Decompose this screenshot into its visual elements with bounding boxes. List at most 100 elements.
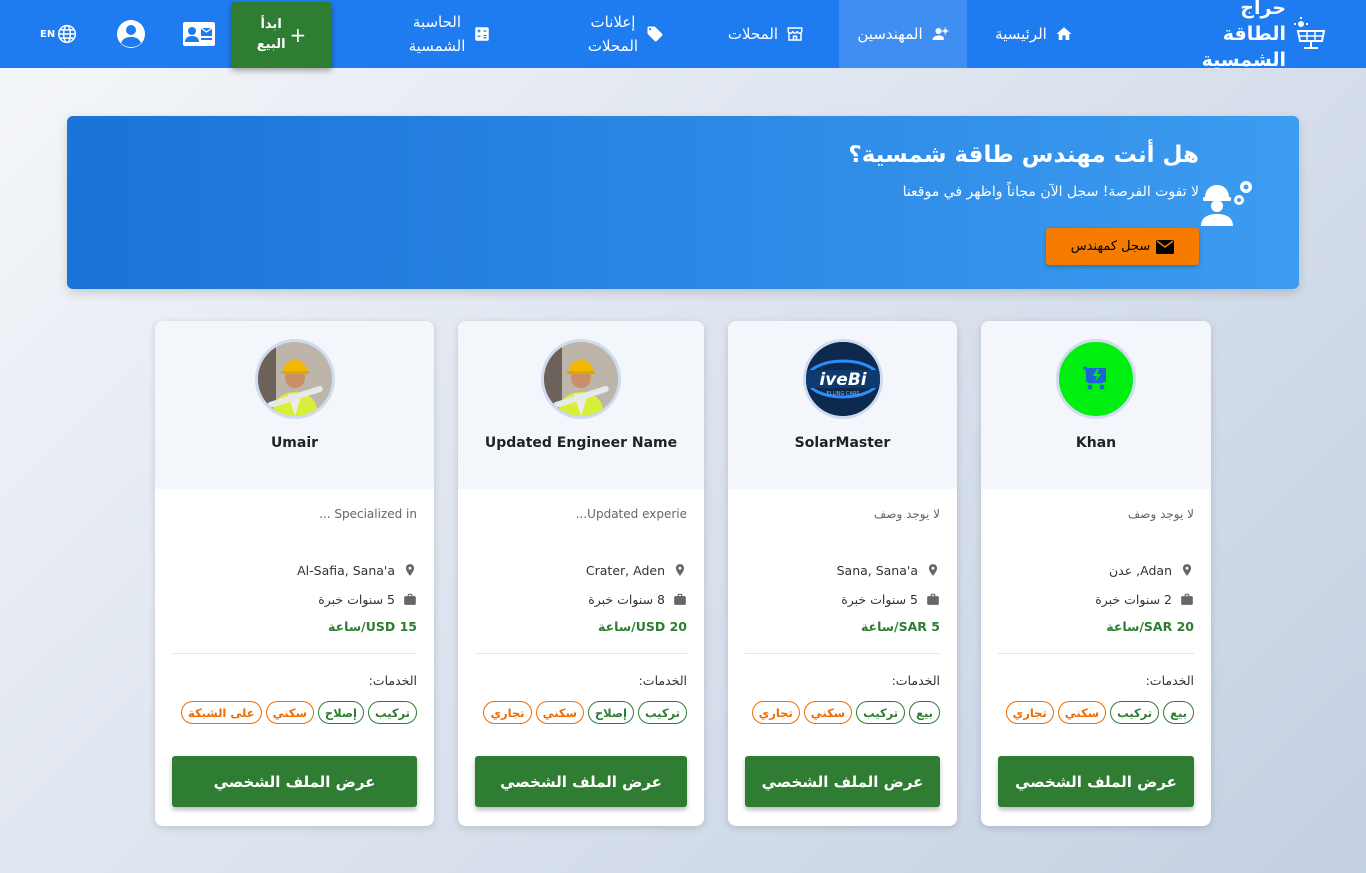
contact-card-icon[interactable] — [182, 17, 216, 51]
engineer-experience: 2 سنوات خبرة — [1095, 591, 1172, 607]
briefcase-icon — [674, 593, 686, 605]
location-row: Al-Safia, Sana'a — [297, 560, 417, 580]
location-pin-icon — [928, 564, 938, 576]
view-profile-button[interactable]: عرض الملف الشخصي — [172, 756, 417, 807]
language-code: EN — [40, 28, 56, 40]
card-divider — [745, 653, 940, 654]
card-header: Umair — [155, 321, 434, 489]
account-circle-icon[interactable] — [114, 17, 148, 51]
experience-row: 8 سنوات خبرة — [588, 589, 687, 609]
avatar: iveBi ELLING CARS — [803, 339, 883, 419]
banner-subtitle: لا تفوت الفرصة! سجل الآن مجاناً واظهر في… — [902, 184, 1199, 200]
location-pin-icon — [675, 564, 685, 576]
card-divider — [172, 653, 417, 654]
service-tag: بيع — [909, 701, 940, 724]
start-selling-label: ابدأ البيع — [257, 15, 286, 55]
nav-home-label: الرئيسية — [995, 25, 1047, 43]
services-label: الخدمات: — [1145, 673, 1194, 688]
service-tag: إصلاح — [317, 701, 364, 724]
nav-shop-ads[interactable]: إعلانات المحلات — [570, 0, 682, 68]
home-icon — [1056, 27, 1072, 40]
language-switcher[interactable]: EN — [40, 22, 77, 46]
location-row: Adan, عدن — [1109, 560, 1194, 580]
engineer-location: Sana, Sana'a — [836, 562, 918, 578]
briefcase-icon — [1181, 593, 1193, 605]
service-tag: تركيب — [637, 701, 687, 724]
nav-shop-ads-line-1: إعلانات — [590, 13, 636, 31]
engineer-experience: 5 سنوات خبرة — [318, 591, 395, 607]
nav-calculator-label: الحاسبة الشمسية — [409, 10, 466, 58]
card-header: Khan — [981, 321, 1211, 489]
engineer-description: Updated experie... — [575, 507, 687, 521]
service-tag: تركيب — [367, 701, 417, 724]
start-selling-line-2: البيع — [256, 37, 286, 52]
view-profile-button[interactable]: عرض الملف الشخصي — [745, 756, 940, 807]
nav-shops-label: المحلات — [727, 25, 779, 43]
engineer-location: Al-Safia, Sana'a — [297, 562, 395, 578]
engineer-gear-icon — [932, 27, 949, 40]
brand-line-2: الشمسية — [1201, 49, 1286, 71]
nav-engineers-label: المهندسين — [857, 25, 923, 43]
brand-name: حراج الطاقة الشمسية — [1186, 0, 1286, 73]
calculator-icon — [475, 27, 490, 41]
engineer-description: Specialized in ... — [319, 507, 417, 521]
register-engineer-button[interactable]: سجل كمهندس — [1046, 228, 1199, 265]
services-label: الخدمات: — [638, 673, 687, 688]
engineer-card: Umair Specialized in ... Al-Safia, Sana'… — [155, 321, 434, 826]
nav-home[interactable]: الرئيسية — [986, 0, 1082, 68]
card-header: Updated Engineer Name — [458, 321, 704, 489]
avatar — [1056, 339, 1136, 419]
services-label: الخدمات: — [368, 673, 417, 688]
services-tags: بيع تركيب سكني تجاري — [751, 701, 940, 724]
engineer-hourly-rate: 5 SAR/ساعة — [860, 619, 940, 634]
tag-icon — [647, 26, 663, 42]
service-tag: تركيب — [1110, 701, 1160, 724]
nav-shop-ads-label: إعلانات المحلات — [588, 10, 638, 58]
nav-solar-calculator[interactable]: الحاسبة الشمسية — [388, 0, 512, 68]
services-tags: تركيب إصلاح سكني على الشبكة — [181, 701, 417, 724]
engineer-card: iveBi ELLING CARS SolarMaster لا يوجد وص… — [728, 321, 957, 826]
services-label: الخدمات: — [891, 673, 940, 688]
drivebi-logo-icon: iveBi ELLING CARS — [806, 342, 880, 416]
start-selling-line-1: ابدأ — [260, 17, 282, 32]
engineer-experience: 8 سنوات خبرة — [588, 591, 665, 607]
engineer-photo-icon — [544, 342, 618, 416]
engineer-description: لا يوجد وصف — [873, 507, 940, 521]
view-profile-button[interactable]: عرض الملف الشخصي — [998, 756, 1194, 807]
engineer-name: Khan — [1075, 435, 1117, 451]
nav-engineers[interactable]: المهندسين — [839, 0, 967, 68]
service-tag: تجاري — [751, 701, 800, 724]
engineer-photo-icon — [258, 342, 332, 416]
service-tag: تجاري — [483, 701, 532, 724]
svg-text:iveBi: iveBi — [819, 370, 867, 390]
nav-shops[interactable]: المحلات — [718, 0, 814, 68]
briefcase-icon — [927, 593, 939, 605]
service-tag: تركيب — [856, 701, 906, 724]
service-tag: سكني — [535, 701, 584, 724]
avatar — [541, 339, 621, 419]
solar-panel-icon — [1294, 17, 1326, 49]
engineer-signup-banner: هل أنت مهندس طاقة شمسية؟ لا تفوت الفرصة!… — [67, 116, 1299, 289]
avatar — [255, 339, 335, 419]
service-tag: سكني — [265, 701, 314, 724]
store-icon — [787, 27, 803, 41]
engineer-gear-icon — [1201, 181, 1252, 226]
start-selling-button[interactable]: + ابدأ البيع — [231, 2, 332, 68]
card-divider — [998, 653, 1194, 654]
card-divider — [475, 653, 687, 654]
view-profile-button[interactable]: عرض الملف الشخصي — [475, 756, 687, 807]
brand-logo[interactable]: حراج الطاقة الشمسية — [1186, 0, 1326, 71]
engineer-location: Crater, Aden — [585, 562, 665, 578]
service-tag: بيع — [1163, 701, 1194, 724]
brand-line-1: حراج الطاقة — [1222, 0, 1286, 45]
engineer-name: Updated Engineer Name — [484, 435, 678, 451]
services-tags: بيع تركيب سكني تجاري — [1005, 701, 1194, 724]
service-tag: على الشبكة — [181, 701, 262, 724]
envelope-icon — [1156, 239, 1175, 254]
briefcase-icon — [404, 593, 416, 605]
globe-icon — [58, 24, 77, 44]
service-tag: إصلاح — [587, 701, 634, 724]
service-tag: تجاري — [1005, 701, 1054, 724]
engineer-card: Khan لا يوجد وصف Adan, عدن 2 سنوات خبرة … — [981, 321, 1211, 826]
experience-row: 2 سنوات خبرة — [1095, 589, 1194, 609]
